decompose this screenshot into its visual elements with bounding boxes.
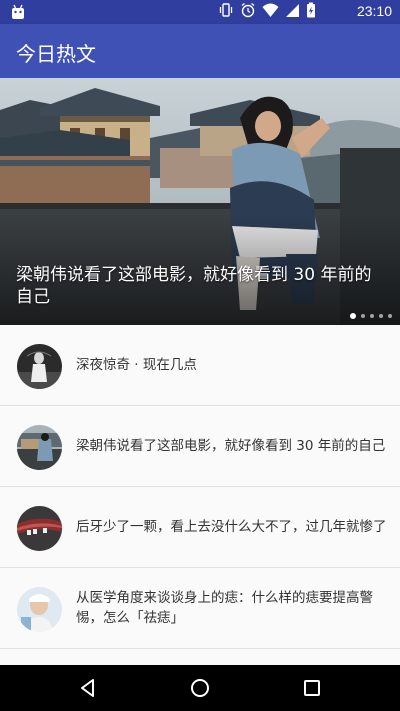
story-title: 梁朝伟说看了这部电影，就好像看到 30 年前的自己	[76, 438, 386, 454]
navigation-bar	[0, 665, 400, 711]
story-title: 深夜惊奇 · 现在几点	[76, 357, 197, 373]
status-time: 23:10	[356, 3, 392, 19]
page-dot	[388, 314, 392, 318]
status-bar: 23:10	[0, 0, 400, 24]
story-item[interactable]: 梁朝伟说看了这部电影，就好像看到 30 年前的自己	[0, 406, 400, 487]
story-item[interactable]: 从医学角度来谈谈身上的痣：什么样的痣要提高警惕，怎么「祛痣」	[0, 568, 400, 649]
banner-page-indicator	[350, 313, 392, 319]
recents-icon[interactable]	[300, 676, 324, 700]
back-icon[interactable]	[76, 676, 100, 700]
story-title: 从医学角度来谈谈身上的痣：什么样的痣要提高警惕，怎么「祛痣」	[76, 590, 373, 626]
page-dot	[370, 314, 374, 318]
story-thumbnail	[17, 587, 62, 632]
wifi-icon	[262, 2, 279, 22]
app-title: 今日热文	[16, 42, 96, 66]
android-icon	[10, 4, 26, 20]
story-thumbnail	[17, 344, 62, 389]
battery-charging-icon	[306, 2, 316, 22]
app-bar: 今日热文	[0, 24, 400, 78]
signal-icon	[285, 2, 300, 22]
story-thumbnail	[17, 506, 62, 551]
story-item[interactable]: 深夜惊奇 · 现在几点	[0, 325, 400, 406]
alarm-icon	[240, 2, 256, 22]
page-dot	[361, 314, 365, 318]
vibrate-icon	[218, 2, 234, 22]
page-dot	[379, 314, 383, 318]
story-item[interactable]: 后牙少了一颗，看上去没什么大不了，过几年就惨了	[0, 487, 400, 568]
story-list: 深夜惊奇 · 现在几点 梁朝伟说看了这部电影，就好像看到 30 年前的自己 后牙…	[0, 325, 400, 665]
page-dot-active	[350, 313, 356, 319]
top-story-banner[interactable]: 梁朝伟说看了这部电影，就好像看到 30 年前的自己	[0, 78, 400, 325]
story-thumbnail	[17, 425, 62, 470]
story-title: 后牙少了一颗，看上去没什么大不了，过几年就惨了	[76, 519, 387, 535]
banner-caption: 梁朝伟说看了这部电影，就好像看到 30 年前的自己	[16, 265, 372, 307]
home-icon[interactable]	[188, 676, 212, 700]
